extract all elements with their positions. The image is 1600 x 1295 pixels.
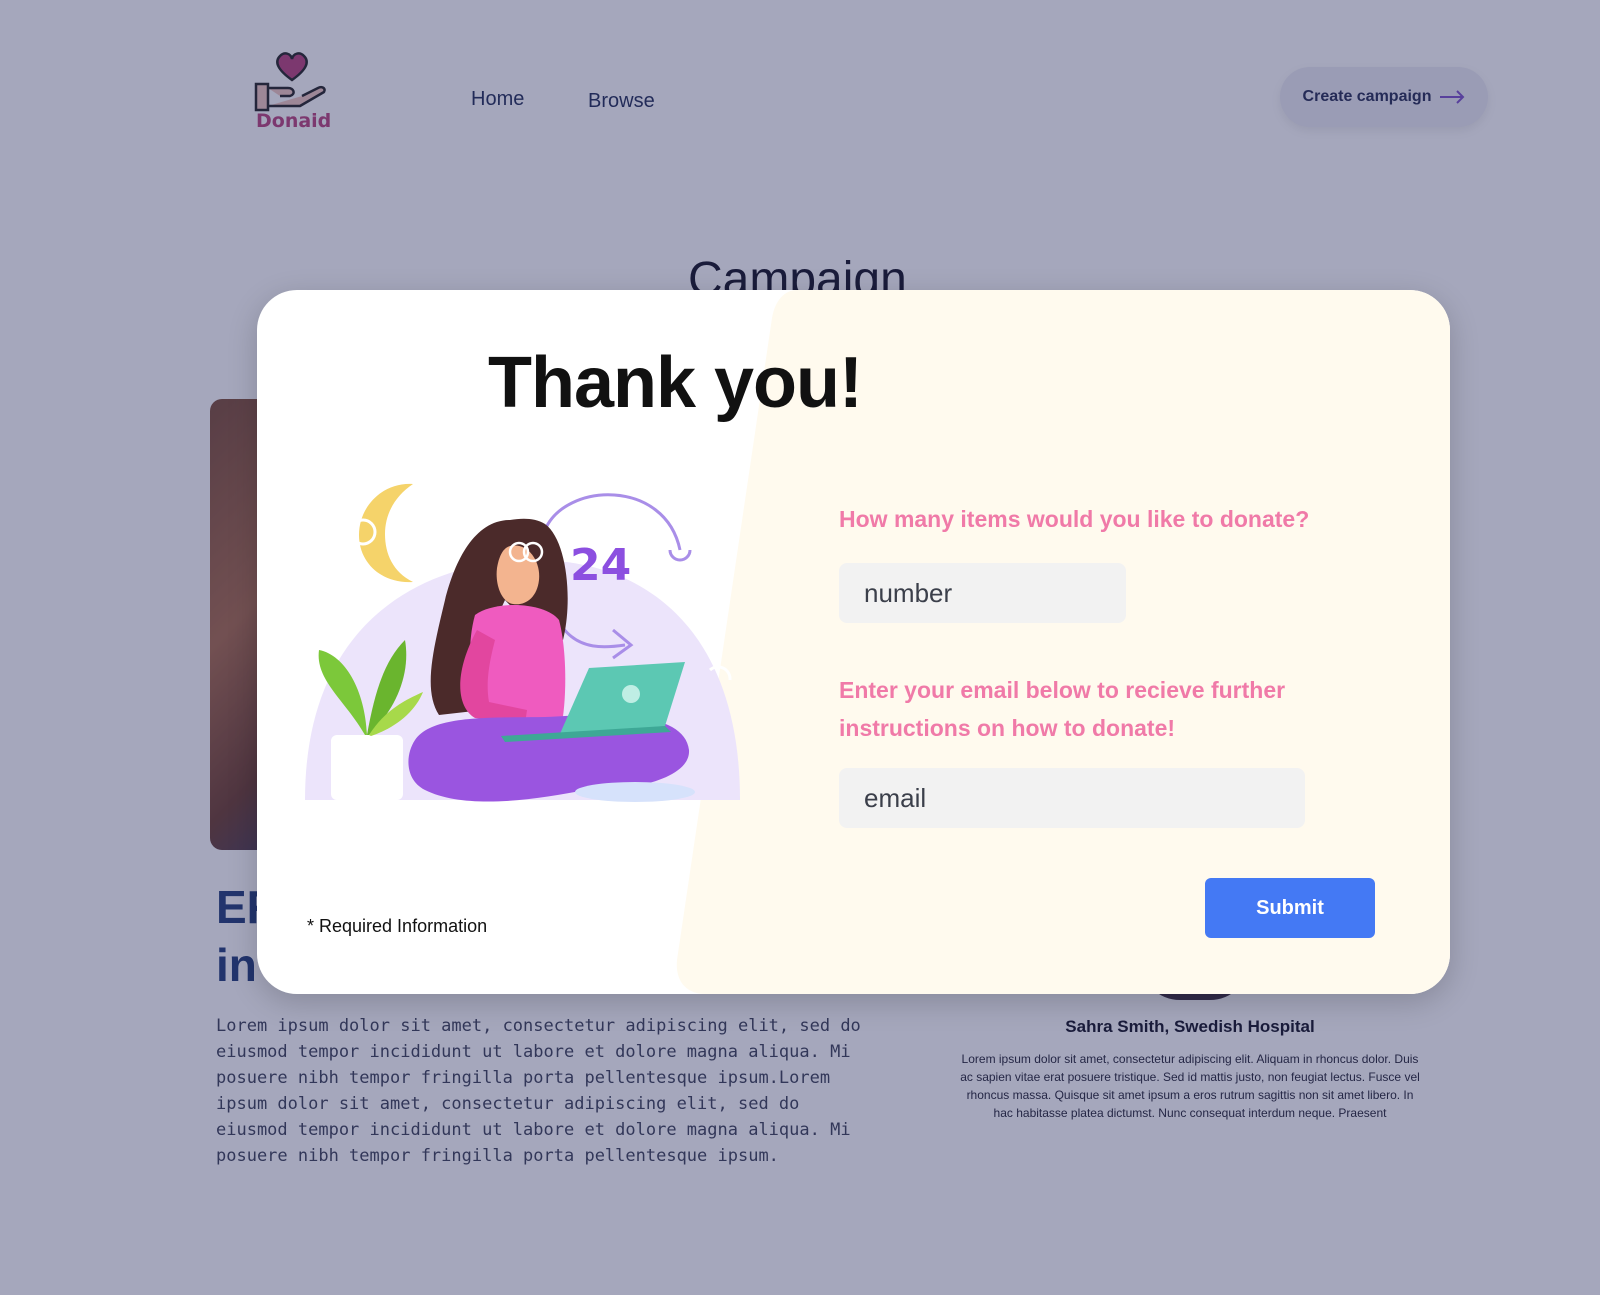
woman-laptop-illustration: 24 (305, 483, 740, 802)
required-note: * Required Information (307, 916, 488, 936)
email-question-label: Enter your email below to recieve furthe… (839, 677, 1286, 741)
number-input[interactable] (839, 563, 1126, 623)
items-question-label: How many items would you like to donate? (839, 506, 1310, 532)
email-field[interactable] (839, 768, 1305, 828)
modal-title: Thank you! (487, 343, 863, 423)
thank-you-modal: Thank you! 24 How many items would you l… (257, 290, 1450, 994)
illustration-number: 24 (570, 540, 631, 591)
submit-button[interactable]: Submit (1205, 878, 1375, 938)
